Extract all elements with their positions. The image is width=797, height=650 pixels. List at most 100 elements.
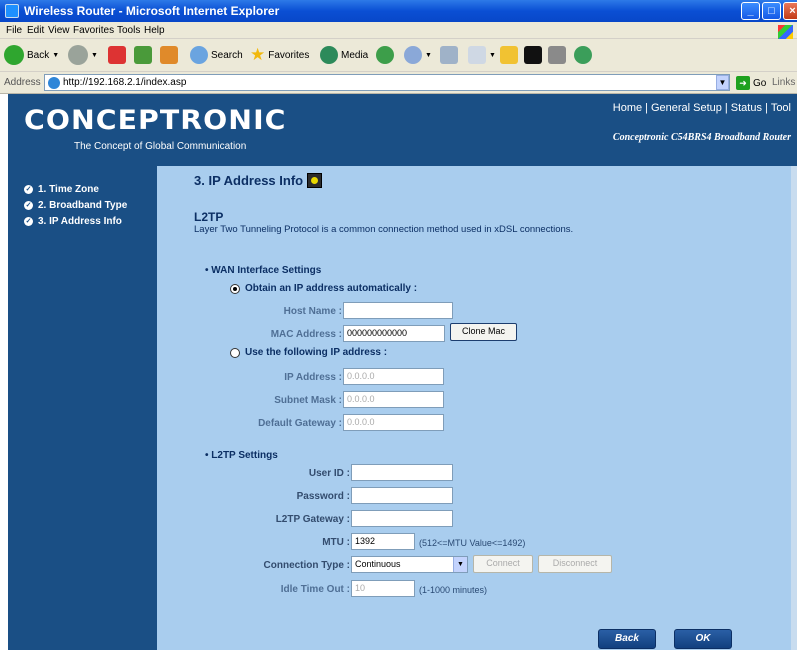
back-button[interactable]: Back ▼ <box>4 44 59 66</box>
go-label: Go <box>753 77 767 89</box>
maximize-button[interactable]: □ <box>762 2 781 20</box>
history-button[interactable] <box>376 44 394 66</box>
forward-button[interactable]: ▼ <box>68 44 98 66</box>
check-icon: ✓ <box>24 217 33 226</box>
address-bar: Address http://192.168.2.1/index.asp ▼ ➜… <box>0 72 797 94</box>
address-input[interactable]: http://192.168.2.1/index.asp <box>44 74 730 91</box>
nav-home[interactable]: Home <box>613 102 642 114</box>
folder-button[interactable] <box>500 44 518 66</box>
menu-edit[interactable]: Edit <box>27 25 44 36</box>
password-label: Password : <box>296 491 350 502</box>
minimize-button[interactable]: _ <box>741 2 760 20</box>
address-url: http://192.168.2.1/index.asp <box>63 77 187 88</box>
chevron-down-icon: ▼ <box>425 51 432 59</box>
idle-time-out-input[interactable]: 10 <box>351 580 415 597</box>
menu-favorites[interactable]: Favorites <box>73 25 114 36</box>
refresh-button[interactable] <box>134 44 152 66</box>
sidebar-item-broadband-type[interactable]: ✓ 2. Broadband Type <box>24 200 127 211</box>
subnet-mask-label: Subnet Mask : <box>274 395 342 406</box>
sidebar-item-time-zone[interactable]: ✓ 1. Time Zone <box>24 184 99 195</box>
close-button[interactable]: × <box>783 2 797 20</box>
mtu-label: MTU : <box>322 537 350 548</box>
chevron-down-icon: ▼ <box>52 51 60 59</box>
l2tp-gateway-label: L2TP Gateway : <box>275 514 350 525</box>
section-description: Layer Two Tunneling Protocol is a common… <box>194 224 574 235</box>
media-icon <box>320 46 338 64</box>
links-button[interactable]: Links <box>772 77 795 88</box>
menu-view[interactable]: View <box>48 25 70 36</box>
sidebar-item-label: 1. Time Zone <box>38 184 99 195</box>
menu-tools[interactable]: Tools <box>117 25 140 36</box>
page-viewport: CONCEPTRONIC The Concept of Global Commu… <box>8 94 797 650</box>
mtu-input[interactable]: 1392 <box>351 533 415 550</box>
default-gateway-label: Default Gateway : <box>258 418 342 429</box>
content-panel: 3. IP Address Info L2TP Layer Two Tunnel… <box>157 166 797 650</box>
ok-button[interactable]: OK <box>674 629 732 649</box>
connection-type-label: Connection Type : <box>263 560 350 571</box>
nav-general-setup[interactable]: General Setup <box>651 102 722 114</box>
obtain-auto-radio[interactable] <box>230 283 240 294</box>
back-label: Back <box>27 49 50 61</box>
password-input[interactable] <box>351 487 453 504</box>
browser-toolbar: Back ▼ ▼ Search ★ Favorites Media ▼ ▼ <box>0 39 797 72</box>
disconnect-button[interactable]: Disconnect <box>538 555 612 573</box>
favorites-label: Favorites <box>268 49 310 61</box>
default-gateway-input[interactable]: 0.0.0.0 <box>343 414 444 431</box>
connection-type-select[interactable]: Continuous ▼ <box>351 556 468 573</box>
mail-icon <box>404 46 422 64</box>
menu-file[interactable]: File <box>6 25 22 36</box>
print-icon <box>440 46 458 64</box>
top-nav: Home | General Setup | Status | Tool <box>612 102 791 114</box>
wizard-sidebar: ✓ 1. Time Zone ✓ 2. Broadband Type ✓ 3. … <box>8 166 157 650</box>
subnet-mask-input[interactable]: 0.0.0.0 <box>343 391 444 408</box>
section-title: L2TP <box>194 210 224 224</box>
help-icon[interactable] <box>307 173 323 188</box>
check-icon: ✓ <box>24 185 33 194</box>
conceptronic-logo: CONCEPTRONIC <box>24 105 287 136</box>
page-title-text: 3. IP Address Info <box>194 173 304 188</box>
ie-page-icon <box>48 77 60 89</box>
window-title-bar: Wireless Router - Microsoft Internet Exp… <box>0 0 797 22</box>
stop-button[interactable] <box>108 44 126 66</box>
menu-help[interactable]: Help <box>144 25 165 36</box>
edit-button[interactable]: ▼ <box>468 44 496 66</box>
host-name-input[interactable] <box>343 302 453 319</box>
home-button[interactable] <box>160 44 178 66</box>
folder-icon <box>500 46 518 64</box>
mac-address-input[interactable]: 000000000000 <box>343 325 445 342</box>
back-step-button[interactable]: Back <box>598 629 656 649</box>
mail-button[interactable]: ▼ <box>404 44 432 66</box>
research-button[interactable] <box>548 44 566 66</box>
static-ip-option[interactable]: Use the following IP address : <box>230 347 387 358</box>
user-id-input[interactable] <box>351 464 453 481</box>
obtain-auto-option[interactable]: Obtain an IP address automatically : <box>230 283 417 294</box>
ip-address-input[interactable]: 0.0.0.0 <box>343 368 444 385</box>
static-ip-label: Use the following IP address : <box>245 347 388 358</box>
print-button[interactable] <box>440 44 458 66</box>
favorites-button[interactable]: ★ Favorites <box>250 44 309 66</box>
ie-app-icon <box>5 4 19 18</box>
nav-tool[interactable]: Tool <box>771 102 791 114</box>
static-ip-radio[interactable] <box>230 347 240 358</box>
tagline: The Concept of Global Communication <box>74 141 247 152</box>
router-model: Conceptronic C54BRS4 Broadband Router <box>612 132 791 143</box>
search-button[interactable]: Search <box>190 44 243 66</box>
idle-time-out-label: Idle Time Out : <box>280 584 350 595</box>
address-dropdown-button[interactable]: ▼ <box>716 75 729 90</box>
go-button[interactable]: ➜ Go <box>736 76 766 90</box>
l2tp-gateway-input[interactable] <box>351 510 453 527</box>
connect-button[interactable]: Connect <box>473 555 533 573</box>
sidebar-item-ip-address-info[interactable]: ✓ 3. IP Address Info <box>24 216 122 227</box>
search-label: Search <box>211 49 243 61</box>
history-icon <box>376 46 394 64</box>
clone-mac-button[interactable]: Clone Mac <box>450 323 517 341</box>
vertical-scrollbar[interactable] <box>791 166 797 650</box>
media-button[interactable]: Media <box>320 44 368 66</box>
media-label: Media <box>341 49 369 61</box>
h-button[interactable] <box>524 44 542 66</box>
mac-address-label: MAC Address : <box>270 329 342 340</box>
nav-status[interactable]: Status <box>731 102 762 114</box>
messenger-button[interactable] <box>574 44 592 66</box>
edit-icon <box>468 46 486 64</box>
chevron-down-icon: ▼ <box>91 51 98 59</box>
